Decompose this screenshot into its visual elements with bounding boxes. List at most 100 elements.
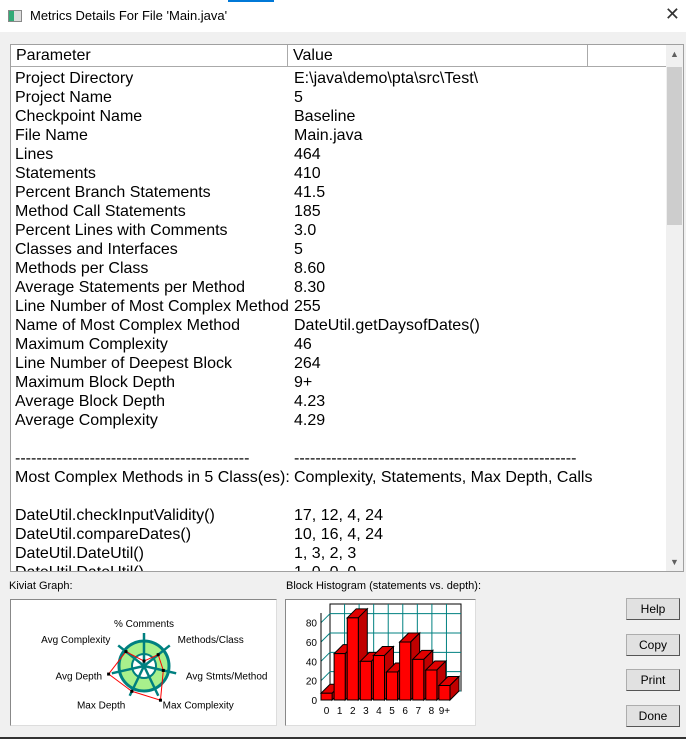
table-row[interactable]: Maximum Complexity 46 — [11, 335, 668, 354]
value-cell: ----------------------------------------… — [294, 450, 577, 467]
parameter-cell: File Name — [15, 127, 88, 144]
bar — [359, 660, 372, 701]
column-header-parameter[interactable]: Parameter — [11, 45, 288, 67]
value-cell: 410 — [294, 165, 321, 182]
metrics-list[interactable]: Parameter Value Project Directory E:\java… — [10, 44, 684, 572]
x-tick-label: 7 — [415, 706, 421, 717]
table-row[interactable]: Percent Lines with Comments 3.0 — [11, 221, 668, 240]
bar — [386, 671, 399, 701]
kiviat-point — [124, 650, 128, 654]
kiviat-point — [161, 668, 165, 672]
value-cell: 464 — [294, 146, 321, 163]
x-tick-label: 3 — [363, 706, 369, 717]
value-cell: 41.5 — [294, 184, 326, 201]
x-tick-label: 8 — [429, 706, 435, 717]
parameter-cell: Name of Most Complex Method — [15, 317, 240, 334]
kiviat-axis-label: Max Complexity — [163, 701, 234, 712]
table-row[interactable]: Line Number of Most Complex Method 255 — [11, 297, 668, 316]
x-tick-label: 2 — [350, 706, 356, 717]
parameter-cell: Method Call Statements — [15, 203, 186, 220]
parameter-cell: Project Name — [15, 89, 112, 106]
block-histogram: 0 20 40 60 80 0 1 2 3 4 5 6 7 8 9+ — [285, 599, 476, 726]
vertical-scrollbar[interactable]: ▲ ▼ — [666, 45, 683, 571]
table-row[interactable]: Project Name 5 — [11, 88, 668, 107]
parameter-cell: Checkpoint Name — [15, 108, 143, 125]
kiviat-axis-label: Methods/Class — [178, 635, 244, 646]
table-row[interactable]: Average Statements per Method 8.30 — [11, 278, 668, 297]
table-row[interactable]: Line Number of Deepest Block 264 — [11, 354, 668, 373]
parameter-cell: DateUtil.DateUtil() — [15, 545, 144, 562]
scrollbar-thumb[interactable] — [667, 67, 682, 225]
bar — [372, 655, 386, 701]
table-row[interactable]: DateUtil.DateUtil() 1, 0, 0, 0 — [11, 563, 668, 571]
table-row[interactable]: Project Directory E:\java\demo\pta\src\Te… — [11, 69, 668, 88]
table-row[interactable]: Classes and Interfaces 5 — [11, 240, 668, 259]
value-cell: 1, 0, 0, 0 — [294, 563, 356, 571]
table-row[interactable]: Average Block Depth 4.23 — [11, 392, 668, 411]
table-row[interactable]: File Name Main.java — [11, 126, 668, 145]
print-button[interactable]: Print — [626, 669, 680, 691]
parameter-cell: ----------------------------------------… — [15, 450, 250, 467]
table-row[interactable]: Checkpoint Name Baseline — [11, 107, 668, 126]
bar — [425, 669, 438, 701]
x-tick-label: 6 — [402, 706, 408, 717]
table-row[interactable]: Name of Most Complex Method DateUtil.getD… — [11, 316, 668, 335]
table-row[interactable]: ----------------------------------------… — [11, 449, 668, 468]
table-row[interactable]: Method Call Statements 185 — [11, 202, 668, 221]
grid-line — [320, 632, 331, 643]
table-row[interactable]: Average Complexity 4.29 — [11, 411, 668, 430]
kiviat-point — [142, 659, 146, 663]
title-bar: Metrics Details For File 'Main.java' ✕ — [0, 0, 686, 32]
x-tick-label: 4 — [376, 706, 382, 717]
value-cell: DateUtil.getDaysofDates() — [294, 317, 480, 334]
list-header: Parameter Value — [11, 45, 668, 67]
y-tick-label: 0 — [311, 696, 317, 707]
parameter-cell: Percent Branch Statements — [15, 184, 211, 201]
table-row[interactable]: Lines 464 — [11, 145, 668, 164]
bar — [399, 641, 412, 701]
kiviat-point — [156, 653, 160, 657]
x-tick-label: 1 — [337, 706, 343, 717]
table-row[interactable]: Methods per Class 8.60 — [11, 259, 668, 278]
parameter-cell: Percent Lines with Comments — [15, 222, 228, 239]
value-cell: 46 — [294, 336, 312, 353]
column-header-value[interactable]: Value — [288, 45, 588, 67]
value-cell: 17, 12, 4, 24 — [294, 507, 383, 524]
kiviat-point — [107, 672, 111, 676]
table-row[interactable] — [11, 430, 668, 449]
parameter-cell: Maximum Block Depth — [15, 374, 176, 391]
bar — [412, 658, 425, 701]
kiviat-axis-label: Avg Complexity — [41, 635, 110, 646]
copy-button[interactable]: Copy — [626, 634, 680, 656]
help-button[interactable]: Help — [626, 598, 680, 620]
value-cell: Main.java — [294, 127, 363, 144]
table-row[interactable]: DateUtil.compareDates() 10, 16, 4, 24 — [11, 525, 668, 544]
column-header-empty[interactable] — [588, 45, 668, 67]
bar — [333, 653, 346, 701]
table-row[interactable]: Statements 410 — [11, 164, 668, 183]
value-cell: Complexity, Statements, Max Depth, Calls — [294, 469, 593, 486]
table-row[interactable] — [11, 487, 668, 506]
parameter-cell: Project Directory — [15, 70, 134, 87]
x-tick-label: 5 — [389, 706, 395, 717]
value-cell: 5 — [294, 89, 303, 106]
y-tick-label: 40 — [306, 657, 318, 668]
kiviat-label: Kiviat Graph: — [9, 580, 73, 592]
value-cell: 1, 3, 2, 3 — [294, 545, 357, 562]
parameter-cell: Average Block Depth — [15, 393, 166, 410]
table-row[interactable]: Most Complex Methods in 5 Class(es): Comp… — [11, 468, 668, 487]
kiviat-point — [130, 689, 134, 693]
scroll-down-icon[interactable]: ▼ — [666, 557, 683, 567]
close-icon[interactable]: ✕ — [665, 4, 680, 25]
table-row[interactable]: DateUtil.checkInputValidity() 17, 12, 4, … — [11, 506, 668, 525]
table-row[interactable]: DateUtil.DateUtil() 1, 3, 2, 3 — [11, 544, 668, 563]
table-row[interactable]: Percent Branch Statements 41.5 — [11, 183, 668, 202]
kiviat-axis-label: Avg Stmts/Method — [186, 672, 268, 683]
table-row[interactable]: Maximum Block Depth 9+ — [11, 373, 668, 392]
bar — [320, 692, 333, 701]
scroll-up-icon[interactable]: ▲ — [666, 49, 683, 59]
parameter-cell: Line Number of Deepest Block — [15, 355, 232, 372]
done-button[interactable]: Done — [626, 705, 680, 727]
x-tick-label: 9+ — [439, 706, 451, 717]
kiviat-axis-label: % Comments — [114, 619, 174, 630]
